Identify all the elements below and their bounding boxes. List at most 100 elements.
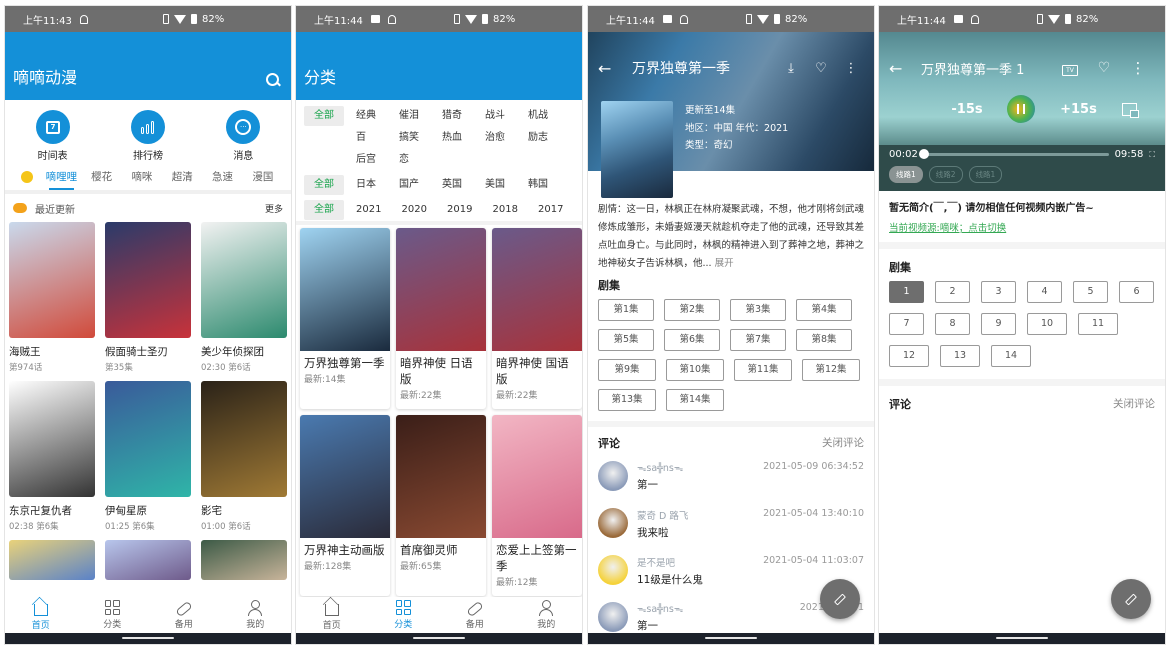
system-nav-bar[interactable] [588,633,874,644]
genre-all-button[interactable]: 全部 [304,106,344,126]
anime-card[interactable]: 东京卍复仇者 02:38 第6集 [9,381,95,540]
episode-button[interactable]: 1 [889,281,924,303]
episode-button[interactable]: 第8集 [796,329,852,351]
system-nav-bar[interactable] [879,633,1165,644]
genre-option[interactable]: 百 [354,128,397,148]
episode-button[interactable]: 2 [935,281,970,303]
anime-card[interactable]: 万界神主动画版 最新:128集 [300,415,390,596]
video-player[interactable]: ← 万界独尊第一季 1 TV ♡ ⋮ -15s +15s 00:02 09:58… [879,6,1165,191]
tab-fast[interactable]: 急速 [202,164,242,190]
back-arrow-icon[interactable]: ← [598,59,632,78]
anime-card[interactable]: 首席御灵师 最新:65集 [396,415,486,596]
episode-button[interactable]: 5 [1073,281,1108,303]
anime-card[interactable]: 恋爱上上签第一季 最新:12集 [492,415,582,596]
comment-user[interactable]: ᯓsa╬nsᯓ [637,602,800,615]
anime-card[interactable] [105,540,191,580]
genre-option[interactable]: 机战 [526,106,569,126]
cast-tv-icon[interactable]: TV [1053,61,1087,76]
nav-category[interactable]: 分类 [77,597,149,633]
ranking-button[interactable]: 排行榜 [130,110,165,164]
tab-marvel[interactable]: 漫国 [243,164,283,190]
schedule-button[interactable]: 时间表 [35,110,70,164]
anime-card[interactable]: 伊甸星原 01:25 第6集 [105,381,191,540]
episode-button[interactable]: 13 [940,345,980,367]
avatar[interactable] [598,555,628,585]
genre-option[interactable]: 后宫 [354,150,397,170]
nav-mine[interactable]: 我的 [220,597,292,633]
forward-button[interactable]: +15s [1060,102,1097,117]
anime-card[interactable] [9,540,95,580]
episode-button[interactable]: 9 [981,313,1016,335]
emoji-tab[interactable] [13,164,41,190]
region-option[interactable]: 美国 [483,175,526,195]
episode-button[interactable]: 10 [1027,313,1067,335]
tab-dimi[interactable]: 嘀咪 [122,164,162,190]
nav-home[interactable]: 首页 [296,597,368,633]
back-arrow-icon[interactable]: ← [889,59,921,78]
more-vert-icon[interactable]: ⋮ [836,61,866,76]
heart-icon[interactable]: ♡ [806,61,836,76]
genre-option[interactable]: 治愈 [483,128,526,148]
search-icon[interactable] [265,72,281,88]
episode-button[interactable]: 第14集 [666,389,724,411]
anime-card[interactable]: 暗界神使 日语版 最新:22集 [396,228,486,409]
fullscreen-icon[interactable]: ⛶ [1149,150,1155,160]
episode-button[interactable]: 11 [1078,313,1118,335]
messages-button[interactable]: ··· 消息 [226,110,261,164]
genre-option[interactable]: 经典 [354,106,397,126]
more-link[interactable]: 更多 [265,202,283,215]
close-comments-button[interactable]: 关闭评论 [822,435,864,451]
genre-option[interactable]: 励志 [526,128,569,148]
anime-card[interactable] [201,540,287,580]
episode-button[interactable]: 第13集 [598,389,656,411]
anime-card[interactable]: 万界独尊第一季 最新:14集 [300,228,390,409]
anime-card[interactable]: 美少年侦探团 02:30 第6话 [201,222,287,381]
episode-button[interactable]: 第12集 [802,359,860,381]
tab-hd[interactable]: 超清 [162,164,202,190]
episode-button[interactable]: 第9集 [598,359,656,381]
anime-card[interactable]: 假面骑士圣刃 第35集 [105,222,191,381]
anime-card[interactable]: 海贼王 第974话 [9,222,95,381]
nav-backup[interactable]: 备用 [148,597,220,633]
episode-button[interactable]: 第6集 [664,329,720,351]
episode-button[interactable]: 4 [1027,281,1062,303]
year-all-button[interactable]: 全部 [304,200,344,220]
source-line-button[interactable]: 线路1 [968,166,1003,183]
year-option[interactable]: 2018 [491,200,537,220]
download-icon[interactable]: ⤓ [776,61,806,76]
comment-user[interactable]: 是不是吧 [637,555,763,569]
episode-button[interactable]: 第3集 [730,299,786,321]
seek-handle[interactable] [919,149,930,159]
anime-card[interactable]: 暗界神使 国语版 最新:22集 [492,228,582,409]
year-option[interactable]: 2021 [354,200,400,220]
anime-card[interactable]: 影宅 01:00 第6话 [201,381,287,540]
system-nav-bar[interactable] [296,633,582,644]
region-option[interactable]: 韩国 [526,175,569,195]
episode-button[interactable]: 第1集 [598,299,654,321]
system-nav-bar[interactable] [5,633,291,644]
switch-source-link[interactable]: 当前视频源:嘀咪；点击切换 [879,214,1165,242]
genre-option[interactable]: 战斗 [483,106,526,126]
tab-yinghua[interactable]: 樱花 [82,164,122,190]
picture-in-picture-icon[interactable] [1121,102,1139,118]
genre-option[interactable]: 搞笑 [397,128,440,148]
year-option[interactable]: 2019 [445,200,491,220]
pause-button[interactable] [1007,95,1036,123]
source-line-button[interactable]: 线路1 [889,166,923,183]
write-comment-button[interactable] [1111,579,1151,619]
episode-button[interactable]: 第10集 [666,359,724,381]
heart-icon[interactable]: ♡ [1087,60,1121,76]
episode-button[interactable]: 第4集 [796,299,852,321]
write-comment-button[interactable] [820,579,860,619]
genre-option[interactable]: 催泪 [397,106,440,126]
source-line-button[interactable]: 线路2 [928,166,963,183]
comment-user[interactable]: 蒙奇 D 路飞 [637,508,763,522]
more-vert-icon[interactable]: ⋮ [1121,59,1155,77]
episode-button[interactable]: 6 [1119,281,1154,303]
region-option[interactable]: 日本 [354,175,397,195]
comment-user[interactable]: ᯓsa╬nsᯓ [637,461,763,474]
episode-button[interactable]: 第11集 [734,359,792,381]
episode-button[interactable]: 第7集 [730,329,786,351]
region-all-button[interactable]: 全部 [304,175,344,195]
avatar[interactable] [598,461,628,491]
